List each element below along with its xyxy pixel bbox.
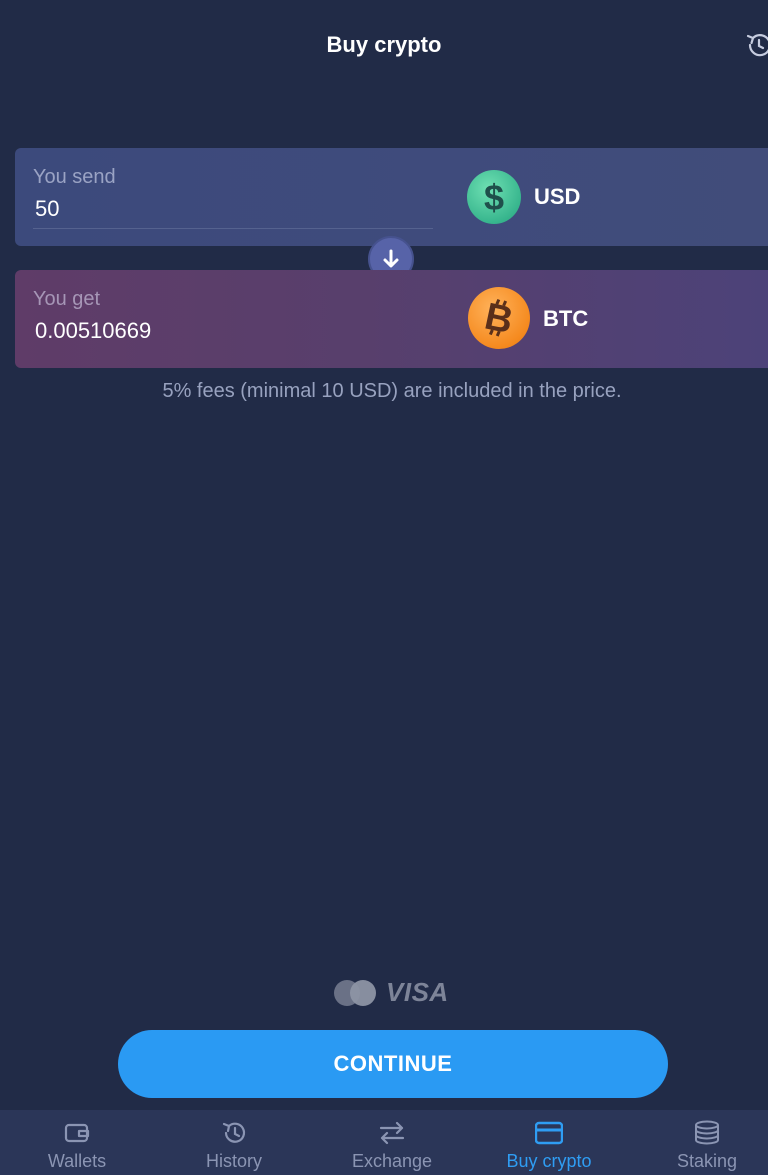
send-amount-input[interactable]: 50 bbox=[35, 196, 59, 222]
nav-label-exchange: Exchange bbox=[351, 1151, 433, 1171]
nav-item-staking[interactable]: Staking bbox=[630, 1110, 768, 1175]
wallet-icon bbox=[64, 1123, 90, 1143]
nav-label-buy-crypto: Buy crypto bbox=[506, 1151, 592, 1171]
header: Buy crypto bbox=[0, 0, 768, 96]
exchange-arrows-icon bbox=[379, 1121, 405, 1145]
nav-label-staking: Staking bbox=[676, 1151, 738, 1171]
nav-label-wallets: Wallets bbox=[47, 1151, 107, 1171]
get-card: You get 0.00510669 B BTC bbox=[15, 270, 768, 368]
svg-text:$: $ bbox=[484, 177, 504, 218]
bottom-nav: Wallets History Exchange Buy crypto Stak… bbox=[0, 1110, 768, 1175]
visa-logo: VISA bbox=[386, 977, 449, 1007]
history-icon[interactable] bbox=[744, 30, 768, 60]
dollar-coin-icon[interactable]: $ bbox=[467, 170, 521, 224]
send-currency-selector[interactable]: USD bbox=[534, 184, 580, 210]
coin-stack-icon bbox=[695, 1120, 719, 1145]
send-card: You send 50 $ USD bbox=[15, 148, 768, 246]
bitcoin-coin-icon[interactable]: B bbox=[468, 287, 530, 349]
get-amount-value: 0.00510669 bbox=[35, 318, 152, 343]
history-icon bbox=[222, 1122, 246, 1143]
get-label: You get bbox=[33, 288, 101, 310]
fee-note: 5% fees (minimal 10 USD) are included in… bbox=[162, 380, 622, 402]
continue-button[interactable]: CONTINUE bbox=[118, 1030, 668, 1098]
send-input-underline bbox=[33, 228, 433, 229]
arrow-down-icon bbox=[383, 249, 399, 268]
mastercard-icon-circle bbox=[350, 980, 376, 1006]
send-label: You send bbox=[33, 166, 116, 188]
credit-card-icon bbox=[535, 1121, 563, 1145]
payment-logos: VISA bbox=[334, 976, 454, 1008]
nav-label-history: History bbox=[205, 1151, 262, 1171]
page-title: Buy crypto bbox=[326, 32, 442, 57]
nav-item-buy-crypto[interactable]: Buy crypto bbox=[472, 1110, 626, 1175]
get-currency-selector[interactable]: BTC bbox=[543, 306, 588, 332]
buy-crypto-screen: Buy crypto You send 50 $ USD You get 0.0… bbox=[0, 0, 768, 1175]
nav-item-history[interactable]: History bbox=[157, 1110, 311, 1175]
nav-item-exchange[interactable]: Exchange bbox=[315, 1110, 469, 1175]
nav-item-wallets[interactable]: Wallets bbox=[0, 1110, 154, 1175]
